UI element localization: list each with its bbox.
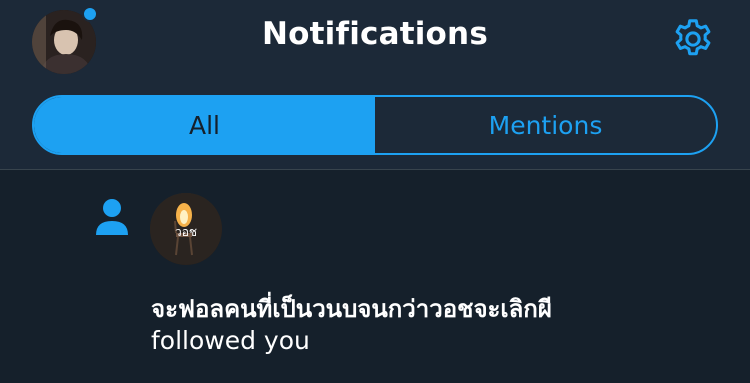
settings-button[interactable] <box>670 16 716 62</box>
follower-name[interactable]: จะฟอลคนที่เป็นวนบจนกว่าวอชจะเลิกผี <box>151 289 552 328</box>
gear-icon <box>675 19 711 56</box>
avatar-caption: วอช <box>174 225 198 239</box>
notifications-screen: Notifications All Mentions วอช จะฟอลคนที… <box>0 0 750 383</box>
notification-text: followed you <box>151 326 310 355</box>
follower-avatar[interactable]: วอช <box>150 193 222 265</box>
notification-item[interactable]: วอช จะฟอลคนที่เป็นวนบจนกว่าวอชจะเลิกผี f… <box>0 171 750 383</box>
page-title: Notifications <box>262 16 488 52</box>
tab-mentions[interactable]: Mentions <box>375 97 716 153</box>
top-bar: Notifications All Mentions <box>0 0 750 170</box>
notification-filter-tabs: All Mentions <box>32 95 718 155</box>
tab-all[interactable]: All <box>34 97 375 153</box>
person-icon <box>94 197 130 237</box>
